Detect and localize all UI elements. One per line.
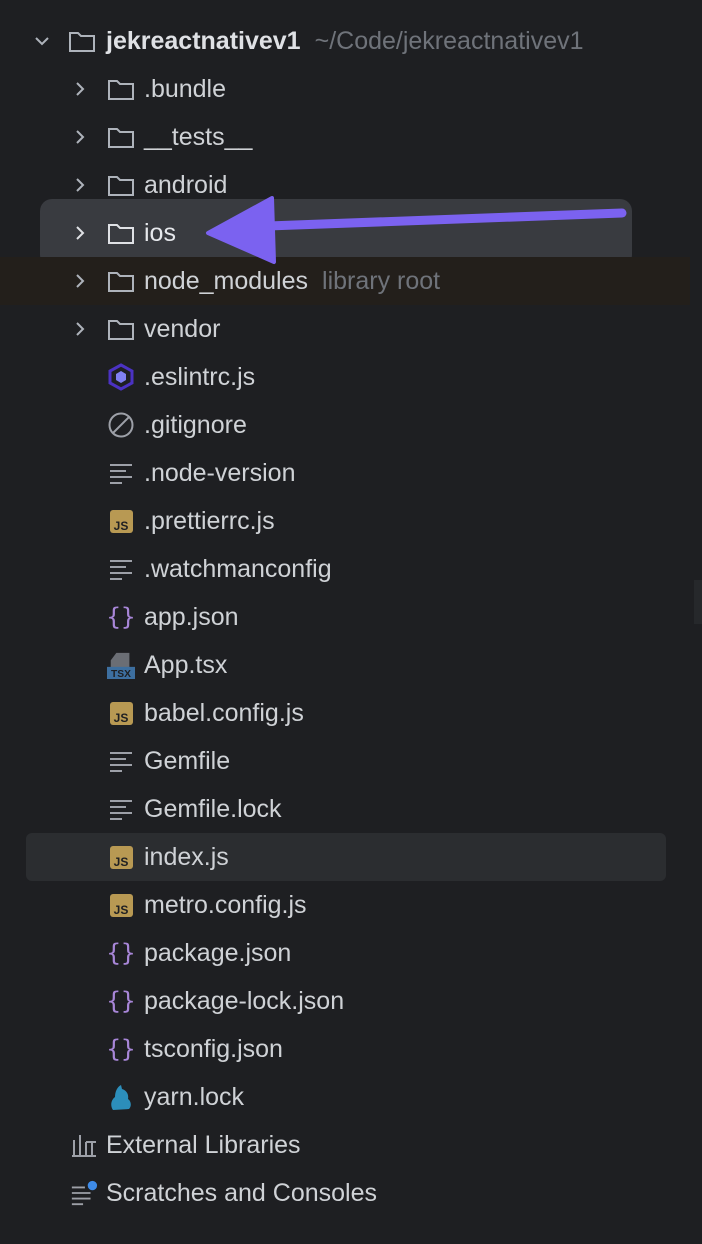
folder-row-android[interactable]: android [0,161,690,209]
chevron-right-icon[interactable] [68,269,92,293]
scratches-icon [70,1179,98,1207]
file-row-eslintrc[interactable]: .eslintrc.js [0,353,690,401]
folder-icon [107,123,135,151]
file-label: package.json [144,938,292,967]
file-label: tsconfig.json [144,1034,283,1063]
file-label: App.tsx [144,650,228,679]
file-row-tsconfig-json[interactable]: {} tsconfig.json [0,1025,690,1073]
js-icon: JS [107,699,135,727]
tsx-icon: TSX [107,651,135,680]
js-icon: JS [107,891,135,919]
file-label: babel.config.js [144,698,304,727]
file-row-yarn-lock[interactable]: yarn.lock [0,1073,690,1121]
file-row-gitignore[interactable]: .gitignore [0,401,690,449]
file-row-node-version[interactable]: .node-version [0,449,690,497]
folder-row-bundle[interactable]: .bundle [0,65,690,113]
file-label: metro.config.js [144,890,307,919]
chevron-right-icon[interactable] [68,125,92,149]
text-file-icon [107,555,135,583]
eslint-icon [107,363,135,391]
folder-icon [107,267,135,295]
file-label: .prettierrc.js [144,506,275,535]
file-label: Gemfile [144,746,231,775]
folder-icon [107,315,135,343]
chevron-right-icon[interactable] [68,221,92,245]
file-row-watchmanconfig[interactable]: .watchmanconfig [0,545,690,593]
library-root-hint: library root [322,266,441,295]
scratches-row[interactable]: Scratches and Consoles [0,1169,690,1217]
json-icon: {} [106,939,136,967]
file-label: .watchmanconfig [144,554,332,583]
file-label: Gemfile.lock [144,794,282,823]
json-icon: {} [106,987,136,1015]
js-icon: JS [107,507,135,535]
tree-root-row[interactable]: jekreactnativev1 ~/Code/jekreactnativev1 [0,17,690,65]
file-row-package-lock-json[interactable]: {} package-lock.json [0,977,690,1025]
scrollbar-marker[interactable] [694,580,702,624]
file-label: index.js [144,842,229,871]
chevron-down-icon[interactable] [30,29,54,53]
yarn-icon [107,1083,135,1111]
folder-icon [107,219,135,247]
file-label: .gitignore [144,410,247,439]
file-row-index-js[interactable]: JS index.js [0,833,690,881]
file-row-prettierrc[interactable]: JS .prettierrc.js [0,497,690,545]
root-project-name: jekreactnativev1 [106,26,301,55]
file-row-babel-config[interactable]: JS babel.config.js [0,689,690,737]
file-label: .eslintrc.js [144,362,256,391]
tsx-badge-text: TSX [111,669,131,680]
json-icon: {} [106,1035,136,1063]
file-row-gemfile-lock[interactable]: Gemfile.lock [0,785,690,833]
folder-icon [107,75,135,103]
text-file-icon [107,459,135,487]
file-label: app.json [144,602,239,631]
scratches-label: Scratches and Consoles [106,1178,377,1207]
file-row-app-json[interactable]: {} app.json [0,593,690,641]
json-icon: {} [106,603,136,631]
folder-row-vendor[interactable]: vendor [0,305,690,353]
folder-label: .bundle [144,74,227,103]
library-icon [70,1131,98,1159]
file-row-package-json[interactable]: {} package.json [0,929,690,977]
external-libraries-row[interactable]: External Libraries [0,1121,690,1169]
file-label: package-lock.json [144,986,345,1015]
ignore-icon [107,411,135,439]
root-project-path: ~/Code/jekreactnativev1 [314,26,584,55]
text-file-icon [107,747,135,775]
folder-icon [107,171,135,199]
file-label: .node-version [144,458,296,487]
folder-label: __tests__ [144,122,253,151]
file-row-gemfile[interactable]: Gemfile [0,737,690,785]
folder-label: android [144,170,228,199]
js-icon: JS [107,843,135,871]
chevron-right-icon[interactable] [68,173,92,197]
project-tree: jekreactnativev1 ~/Code/jekreactnativev1 … [0,17,690,1217]
chevron-right-icon[interactable] [68,317,92,341]
folder-row-tests[interactable]: __tests__ [0,113,690,161]
folder-label: vendor [144,314,221,343]
file-label: yarn.lock [144,1082,245,1111]
chevron-right-icon[interactable] [68,77,92,101]
text-file-icon [107,795,135,823]
file-row-app-tsx[interactable]: TSX App.tsx [0,641,690,689]
folder-label: node_modules [144,266,309,295]
folder-icon [68,27,96,55]
external-libraries-label: External Libraries [106,1130,301,1159]
file-row-metro-config[interactable]: JS metro.config.js [0,881,690,929]
folder-label: ios [144,218,176,247]
folder-row-ios[interactable]: ios [0,209,690,257]
folder-row-node-modules[interactable]: node_modules library root [0,257,690,305]
